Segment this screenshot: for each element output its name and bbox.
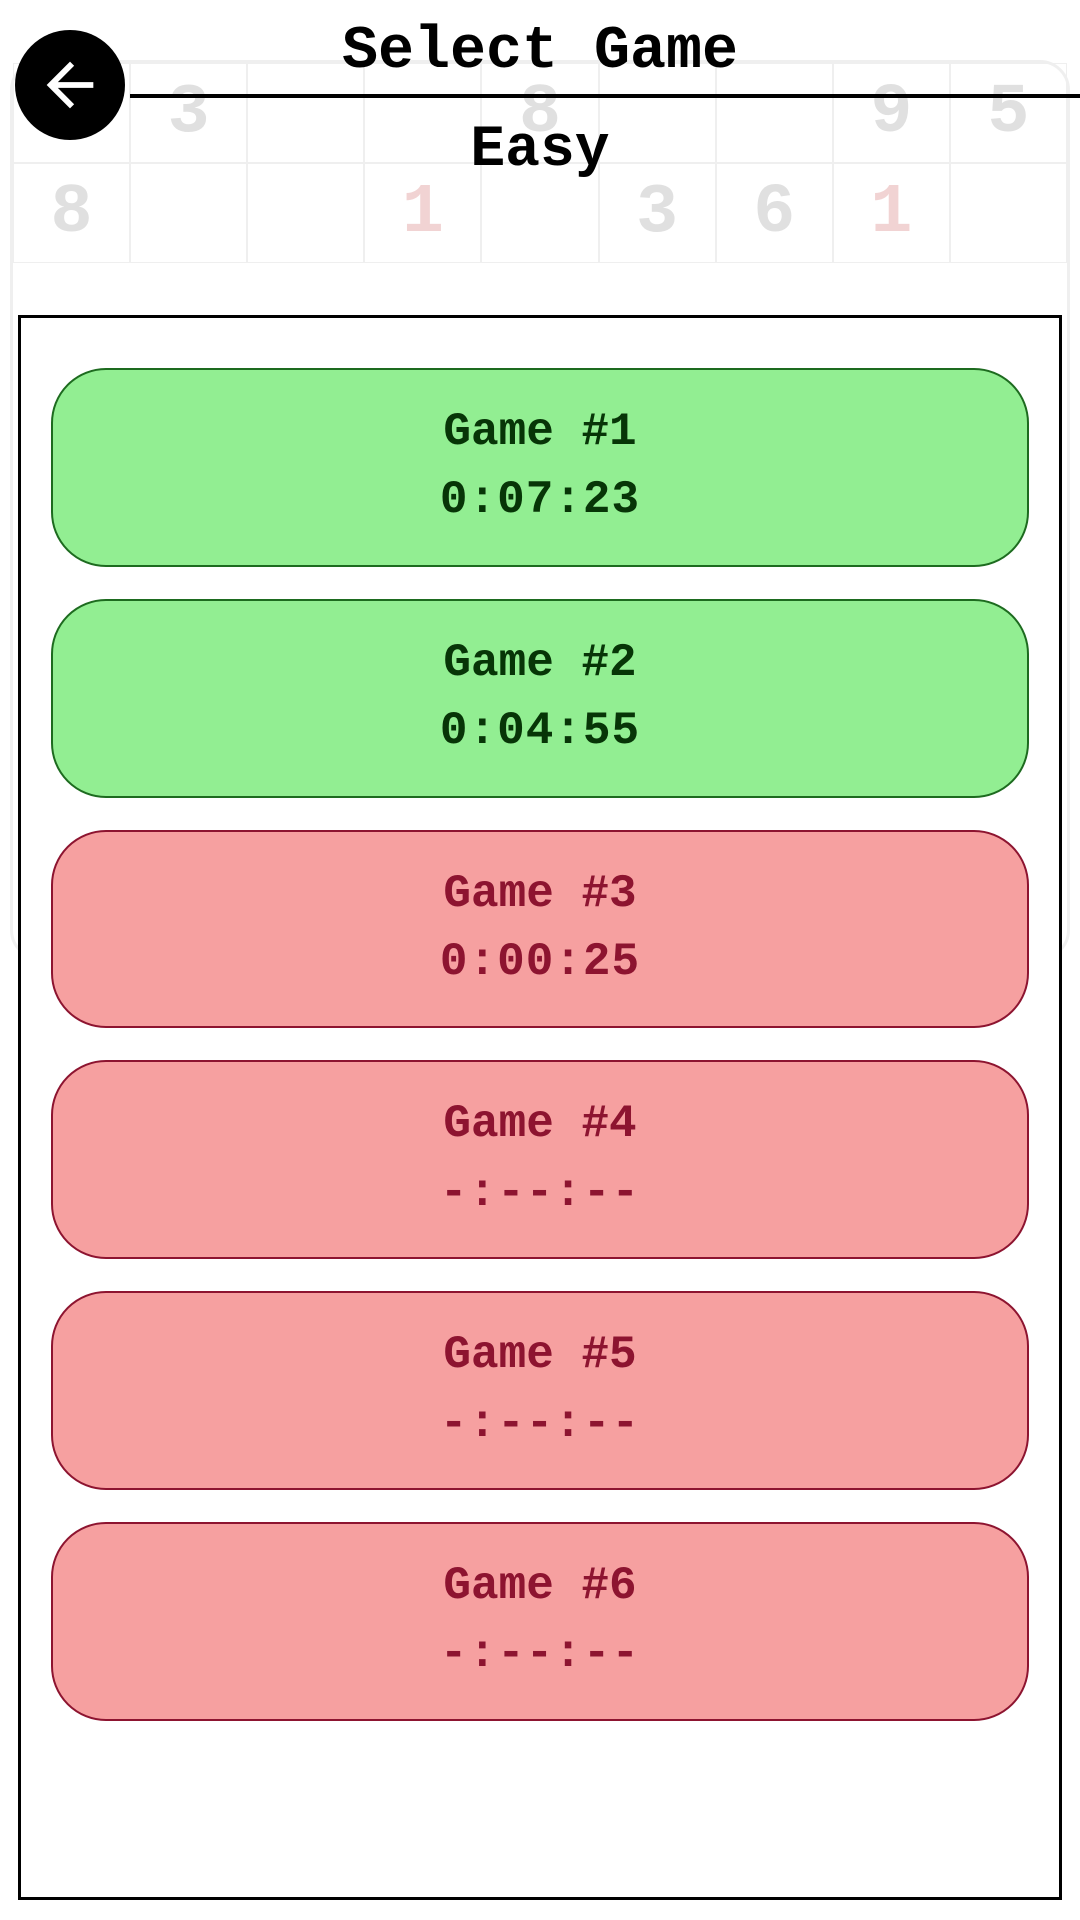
- game-time: 0:00:25: [53, 930, 1027, 994]
- game-label: Game #3: [443, 868, 636, 920]
- game-card-5[interactable]: Game #5 -:--:--: [51, 1291, 1029, 1490]
- game-time: 0:07:23: [53, 468, 1027, 532]
- game-card-4[interactable]: Game #4 -:--:--: [51, 1060, 1029, 1259]
- game-card-3[interactable]: Game #3 0:00:25: [51, 830, 1029, 1029]
- game-time: -:--:--: [53, 1161, 1027, 1225]
- difficulty-label: Easy: [0, 118, 1080, 183]
- game-label: Game #4: [443, 1098, 636, 1150]
- game-card-1[interactable]: Game #1 0:07:23: [51, 368, 1029, 567]
- game-label: Game #6: [443, 1560, 636, 1612]
- game-label: Game #2: [443, 637, 636, 689]
- page-title: Select Game: [0, 10, 1080, 86]
- header-divider: [130, 94, 1080, 98]
- arrow-left-icon: [35, 50, 105, 120]
- game-label: Game #5: [443, 1329, 636, 1381]
- game-label: Game #1: [443, 406, 636, 458]
- game-select-modal: Game #1 0:07:23 Game #2 0:04:55 Game #3 …: [18, 315, 1062, 1900]
- game-card-6[interactable]: Game #6 -:--:--: [51, 1522, 1029, 1721]
- game-card-2[interactable]: Game #2 0:04:55: [51, 599, 1029, 798]
- game-time: 0:04:55: [53, 699, 1027, 763]
- back-button[interactable]: [15, 30, 125, 140]
- game-time: -:--:--: [53, 1622, 1027, 1686]
- header: Select Game Easy: [0, 0, 1080, 183]
- game-time: -:--:--: [53, 1392, 1027, 1456]
